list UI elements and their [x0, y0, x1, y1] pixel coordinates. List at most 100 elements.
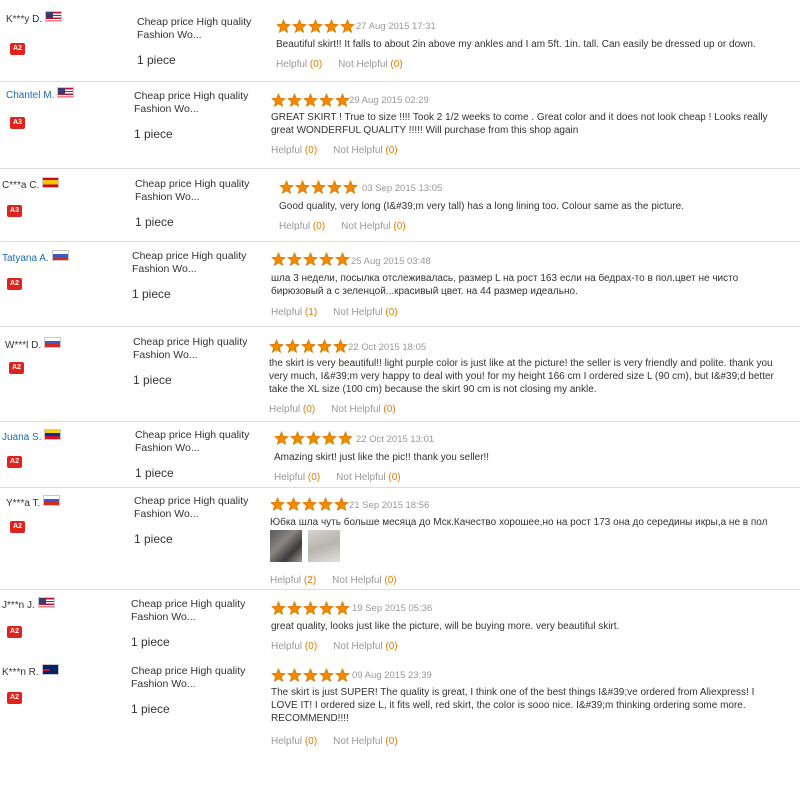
not-helpful-button[interactable]: Not Helpful (0) — [333, 641, 397, 652]
star-rating — [269, 339, 349, 353]
helpful-button[interactable]: Helpful (0) — [271, 145, 317, 156]
buyer-level-badge: A2 — [7, 278, 22, 290]
star-icon — [306, 431, 321, 445]
review-photo[interactable] — [270, 530, 302, 562]
not-helpful-button[interactable]: Not Helpful (0) — [331, 404, 395, 415]
helpful-button[interactable]: Helpful (0) — [276, 59, 322, 70]
reviewer-name: J***n J. — [2, 600, 35, 611]
quantity: 1 piece — [131, 702, 170, 716]
star-icon — [276, 19, 291, 33]
star-rating — [270, 497, 350, 511]
helpful-button[interactable]: Helpful (2) — [270, 575, 316, 586]
star-icon — [322, 431, 337, 445]
divider — [0, 241, 800, 242]
star-icon — [303, 93, 318, 107]
not-helpful-count: (0) — [385, 641, 398, 652]
reviewer-name[interactable]: Juana S. — [2, 432, 41, 443]
star-icon — [295, 180, 310, 194]
vote-bar: Helpful (1) Not Helpful (0) — [271, 307, 398, 318]
product-link[interactable]: Cheap price High quality Fashion Wo... — [134, 495, 259, 521]
star-icon — [303, 601, 318, 615]
not-helpful-label: Not Helpful — [333, 641, 383, 652]
star-icon — [335, 601, 350, 615]
product-link[interactable]: Cheap price High quality Fashion Wo... — [134, 90, 259, 116]
quantity: 1 piece — [135, 215, 174, 229]
product-info: Cheap price High quality Fashion Wo... 1… — [134, 90, 259, 141]
reviewer: Tatyana A. — [2, 250, 69, 264]
not-helpful-button[interactable]: Not Helpful (0) — [333, 307, 397, 318]
vote-bar: Helpful (0) Not Helpful (0) — [271, 145, 398, 156]
helpful-label: Helpful — [271, 736, 303, 747]
product-link[interactable]: Cheap price High quality Fashion Wo... — [135, 178, 260, 204]
not-helpful-button[interactable]: Not Helpful (0) — [341, 221, 405, 232]
not-helpful-button[interactable]: Not Helpful (0) — [332, 575, 396, 586]
star-icon — [318, 497, 333, 511]
star-icon — [287, 601, 302, 615]
reviewer: Juana S. — [2, 429, 62, 443]
product-link[interactable]: Cheap price High quality Fashion Wo... — [135, 429, 260, 455]
reviewer: Chantel M. — [6, 87, 75, 101]
star-rating — [271, 668, 351, 682]
reviewer-name: K***y D. — [6, 14, 43, 25]
helpful-count: (2) — [303, 575, 317, 586]
helpful-label: Helpful — [271, 641, 303, 652]
divider — [0, 589, 800, 590]
not-helpful-count: (0) — [383, 404, 396, 415]
product-link[interactable]: Cheap price High quality Fashion Wo... — [131, 598, 256, 624]
russia-flag-icon — [51, 250, 69, 261]
vote-bar: Helpful (0) Not Helpful (0) — [276, 59, 403, 70]
not-helpful-button[interactable]: Not Helpful (0) — [336, 472, 400, 483]
not-helpful-label: Not Helpful — [333, 307, 383, 318]
product-link[interactable]: Cheap price High quality Fashion Wo... — [132, 250, 257, 276]
not-helpful-button[interactable]: Not Helpful (0) — [333, 145, 397, 156]
not-helpful-button[interactable]: Not Helpful (0) — [333, 736, 397, 747]
star-icon — [292, 19, 307, 33]
vote-bar: Helpful (0) Not Helpful (0) — [271, 641, 398, 652]
review-date: 29 Aug 2015 02:29 — [349, 95, 429, 106]
helpful-count: (1) — [304, 307, 318, 318]
vote-bar: Helpful (0) Not Helpful (0) — [269, 404, 396, 415]
star-icon — [290, 431, 305, 445]
not-helpful-count: (0) — [393, 221, 406, 232]
product-info: Cheap price High quality Fashion Wo... 1… — [135, 429, 260, 480]
star-icon — [271, 93, 286, 107]
helpful-button[interactable]: Helpful (0) — [279, 221, 325, 232]
helpful-button[interactable]: Helpful (0) — [269, 404, 315, 415]
star-icon — [287, 93, 302, 107]
not-helpful-label: Not Helpful — [336, 472, 386, 483]
review-photo[interactable] — [308, 530, 340, 562]
us-flag-icon — [57, 87, 75, 98]
divider — [0, 326, 800, 327]
star-icon — [271, 252, 286, 266]
star-icon — [333, 339, 348, 353]
buyer-level-badge: A2 — [7, 626, 22, 638]
not-helpful-count: (0) — [384, 575, 397, 586]
star-icon — [286, 497, 301, 511]
buyer-level-badge: A2 — [7, 456, 22, 468]
helpful-button[interactable]: Helpful (1) — [271, 307, 317, 318]
helpful-count: (0) — [304, 736, 318, 747]
not-helpful-count: (0) — [390, 59, 403, 70]
star-icon — [287, 668, 302, 682]
star-icon — [335, 252, 350, 266]
reviewer-name[interactable]: Tatyana A. — [2, 253, 49, 264]
review-text: great quality, looks just like the pictu… — [271, 621, 620, 632]
new-zealand-flag-icon — [41, 664, 59, 675]
us-flag-icon — [45, 11, 63, 22]
helpful-button[interactable]: Helpful (0) — [271, 641, 317, 652]
helpful-label: Helpful — [270, 575, 302, 586]
product-link[interactable]: Cheap price High quality Fashion Wo... — [137, 16, 262, 42]
product-link[interactable]: Cheap price High quality Fashion Wo... — [131, 665, 256, 691]
not-helpful-button[interactable]: Not Helpful (0) — [338, 59, 402, 70]
star-icon — [324, 19, 339, 33]
helpful-button[interactable]: Helpful (0) — [271, 736, 317, 747]
helpful-button[interactable]: Helpful (0) — [274, 472, 320, 483]
star-icon — [319, 93, 334, 107]
reviewer-name[interactable]: Chantel M. — [6, 90, 54, 101]
product-info: Cheap price High quality Fashion Wo... 1… — [135, 178, 260, 229]
product-link[interactable]: Cheap price High quality Fashion Wo... — [133, 336, 258, 362]
not-helpful-label: Not Helpful — [333, 145, 383, 156]
vote-bar: Helpful (0) Not Helpful (0) — [279, 221, 406, 232]
star-icon — [319, 601, 334, 615]
reviewer: Y***a T. — [6, 495, 61, 509]
